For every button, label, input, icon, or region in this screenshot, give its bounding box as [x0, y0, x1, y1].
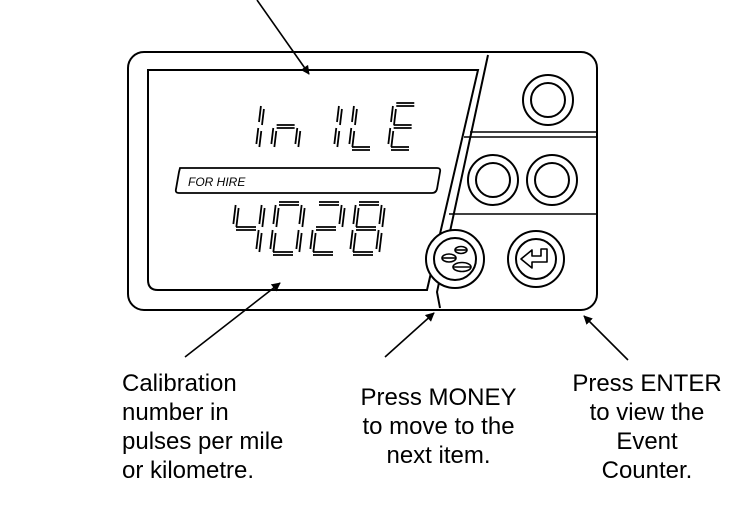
caption-line: Press ENTER: [572, 370, 722, 397]
caption-line: to move to the: [362, 413, 515, 440]
arrow-money: [384, 312, 435, 358]
caption-money: Press MONEY to move to the next item.: [356, 383, 521, 470]
middle-left-button[interactable]: [467, 154, 519, 206]
middle-right-button[interactable]: [526, 154, 578, 206]
top-button[interactable]: [522, 74, 574, 126]
caption-line: number in: [122, 399, 229, 426]
caption-line: Calibration: [122, 370, 237, 397]
caption-line: Press MONEY: [360, 384, 517, 411]
caption-line: or kilometre.: [122, 457, 255, 484]
caption-calibration: Calibration number in pulses per mile or…: [122, 369, 283, 485]
enter-button[interactable]: [507, 230, 565, 288]
caption-line: pulses per mile: [122, 428, 284, 455]
money-button[interactable]: [425, 229, 485, 289]
caption-line: Counter.: [601, 457, 693, 484]
caption-line: to view the: [589, 399, 705, 426]
mode-label: FOR HIRE: [188, 175, 246, 189]
caption-line: Event: [616, 428, 678, 455]
caption-enter: Press ENTER to view the Event Counter.: [547, 369, 747, 485]
arrow-enter: [583, 315, 629, 361]
caption-line: next item.: [386, 442, 491, 469]
